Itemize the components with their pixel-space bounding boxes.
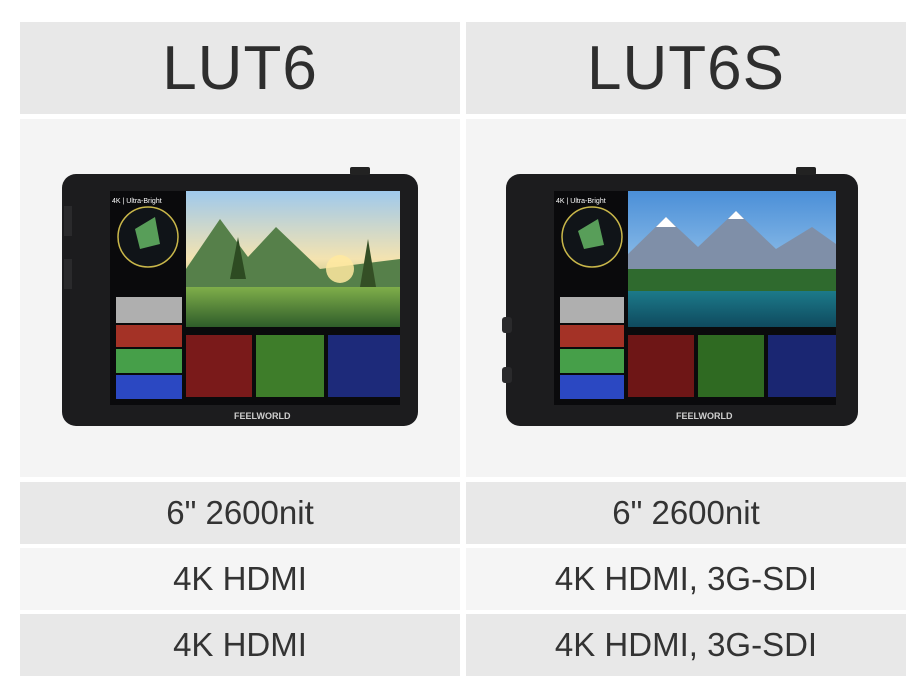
- product-name-lut6: LUT6: [20, 22, 460, 114]
- luma-waveform: [560, 297, 624, 323]
- luma-waveform: [116, 297, 182, 323]
- product-image-lut6: 4K | Ultra-Bright FEELWORLD: [20, 119, 460, 477]
- spec-input-lut6: 4K HDMI: [20, 548, 460, 610]
- screen-badge: 4K | Ultra-Bright: [556, 198, 606, 205]
- brand-logo: FEELWORLD: [234, 411, 291, 421]
- product-name-lut6s: LUT6S: [466, 22, 906, 114]
- blue-channel-panel: [768, 335, 836, 397]
- red-channel-panel: [186, 335, 252, 397]
- spec-display-lut6: 6" 2600nit: [20, 482, 460, 544]
- spec-input-lut6s: 4K HDMI, 3G-SDI: [466, 548, 906, 610]
- monitor-illustration-lut6: 4K | Ultra-Bright FEELWORLD: [62, 167, 418, 426]
- green-channel-panel: [256, 335, 324, 397]
- green-channel-panel: [698, 335, 764, 397]
- product-image-lut6s: 4K | Ultra-Bright FEELWORLD: [466, 119, 906, 477]
- brand-logo: FEELWORLD: [676, 411, 733, 421]
- screen-badge: 4K | Ultra-Bright: [112, 198, 162, 205]
- monitor-illustration-lut6s: 4K | Ultra-Bright FEELWORLD: [502, 167, 858, 426]
- spec-output-lut6: 4K HDMI: [20, 614, 460, 676]
- spec-display-lut6s: 6" 2600nit: [466, 482, 906, 544]
- spec-output-lut6s: 4K HDMI, 3G-SDI: [466, 614, 906, 676]
- blue-channel-panel: [328, 335, 400, 397]
- red-channel-panel: [628, 335, 694, 397]
